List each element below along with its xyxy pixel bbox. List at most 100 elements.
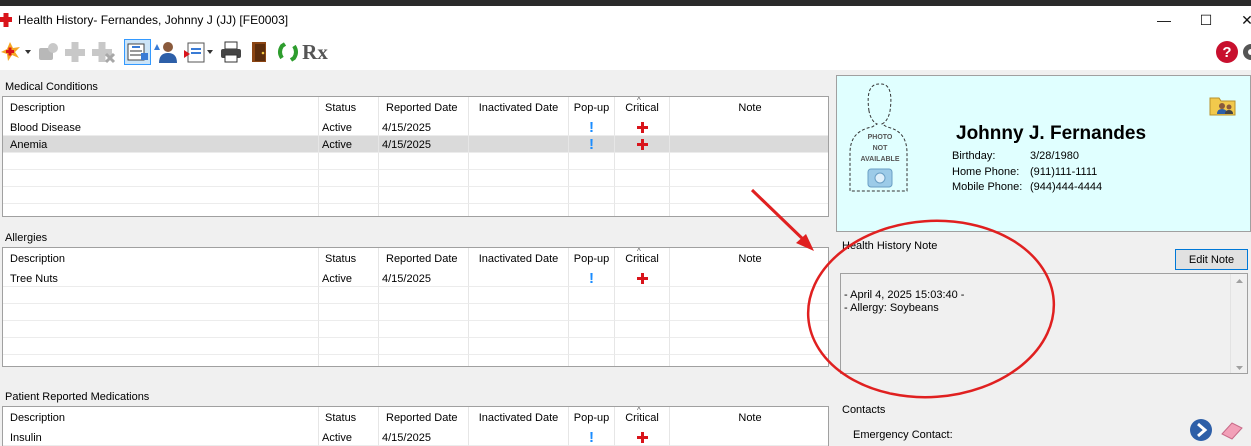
window-title: Health History- Fernandes, Johnny J (JJ)… bbox=[18, 13, 289, 27]
popup-alert-icon: ! bbox=[589, 429, 594, 446]
birthday-label: Birthday: bbox=[952, 150, 996, 162]
health-history-note-textarea[interactable]: - April 4, 2025 15:03:40 - - Allergy: So… bbox=[840, 273, 1248, 374]
table-row[interactable]: Insulin Active 4/15/2025 ! bbox=[3, 429, 828, 446]
col-popup[interactable]: Pop-up bbox=[569, 407, 615, 429]
col-critical[interactable]: ^ Critical bbox=[615, 97, 670, 119]
settings-button[interactable] bbox=[1241, 39, 1251, 65]
svg-text:NOT: NOT bbox=[873, 145, 889, 152]
contacts-title: Contacts bbox=[842, 404, 886, 416]
col-critical[interactable]: ^ Critical bbox=[615, 248, 670, 270]
photo-placeholder-icon[interactable]: PHOTO NOT AVAILABLE bbox=[847, 81, 912, 193]
minimize-button[interactable]: — bbox=[1149, 10, 1179, 30]
critical-cross-icon bbox=[636, 122, 648, 133]
medications-grid[interactable]: Description Status Reported Date Inactiv… bbox=[2, 406, 829, 446]
scroll-arrows-icon bbox=[1236, 279, 1243, 370]
col-description[interactable]: Description bbox=[3, 407, 319, 429]
right-pane: PHOTO NOT AVAILABLE Johnny J. Fernandes … bbox=[832, 70, 1251, 446]
empty-row bbox=[3, 321, 828, 338]
allergies-title: Allergies bbox=[5, 232, 48, 244]
exit-button[interactable] bbox=[247, 39, 273, 65]
add-cross-icon bbox=[65, 42, 85, 62]
add-condition-button[interactable] bbox=[35, 39, 61, 65]
col-inactivated-date[interactable]: Inactivated Date bbox=[469, 248, 569, 270]
close-button[interactable]: ✕ bbox=[1232, 10, 1251, 30]
medical-conditions-grid[interactable]: Description Status Reported Date Inactiv… bbox=[2, 96, 829, 217]
home-phone-value: (911)111-1111 bbox=[1030, 166, 1098, 178]
remove-puzzle-icon bbox=[92, 42, 116, 64]
refresh-button[interactable] bbox=[275, 39, 301, 65]
col-status[interactable]: Status bbox=[319, 248, 379, 270]
critical-cross-icon bbox=[636, 139, 648, 150]
sort-caret-icon: ^ bbox=[637, 248, 641, 256]
health-history-button[interactable] bbox=[124, 39, 151, 65]
medical-conditions-title: Medical Conditions bbox=[5, 81, 98, 93]
table-row[interactable]: Anemia Active 4/15/2025 ! bbox=[3, 136, 828, 153]
help-button[interactable]: ? bbox=[1214, 39, 1240, 65]
print-button[interactable] bbox=[218, 39, 244, 65]
col-reported-date[interactable]: Reported Date bbox=[379, 407, 469, 429]
svg-text:PHOTO: PHOTO bbox=[868, 134, 893, 141]
empty-row bbox=[3, 287, 828, 304]
rx-icon: Rx bbox=[302, 39, 328, 64]
home-phone-label: Home Phone: bbox=[952, 166, 1020, 178]
grid-header: Description Status Reported Date Inactiv… bbox=[3, 407, 828, 429]
col-status[interactable]: Status bbox=[319, 407, 379, 429]
col-note[interactable]: Note bbox=[670, 97, 828, 119]
arrow-right-circle-icon[interactable] bbox=[1189, 418, 1213, 442]
col-popup[interactable]: Pop-up bbox=[569, 248, 615, 270]
popup-alert-icon: ! bbox=[589, 119, 594, 136]
col-note[interactable]: Note bbox=[670, 248, 828, 270]
empty-row bbox=[3, 153, 828, 170]
rx-button[interactable]: Rx bbox=[302, 39, 328, 65]
col-reported-date[interactable]: Reported Date bbox=[379, 248, 469, 270]
col-critical[interactable]: ^ Critical bbox=[615, 407, 670, 429]
print-icon bbox=[221, 41, 241, 63]
maximize-button[interactable]: ☐ bbox=[1191, 10, 1221, 30]
empty-row bbox=[3, 170, 828, 187]
new-red-icon bbox=[1, 42, 31, 61]
note-scrollbar[interactable] bbox=[1230, 274, 1247, 373]
patient-folder-icon[interactable] bbox=[1209, 93, 1237, 117]
note-line: - April 4, 2025 15:03:40 - bbox=[844, 289, 965, 301]
col-description[interactable]: Description bbox=[3, 248, 319, 270]
empty-row bbox=[3, 187, 828, 204]
title-bar: Health History- Fernandes, Johnny J (JJ)… bbox=[0, 6, 1251, 34]
empty-row bbox=[3, 304, 828, 321]
popup-alert-icon: ! bbox=[589, 270, 594, 287]
empty-row bbox=[3, 338, 828, 355]
import-button[interactable] bbox=[181, 39, 215, 65]
door-exit-icon bbox=[252, 42, 266, 62]
col-note[interactable]: Note bbox=[670, 407, 828, 429]
add-puzzle-icon bbox=[39, 43, 58, 60]
grid-header: Description Status Reported Date Inactiv… bbox=[3, 248, 828, 270]
note-line: - Allergy: Soybeans bbox=[844, 302, 939, 314]
col-inactivated-date[interactable]: Inactivated Date bbox=[469, 407, 569, 429]
col-inactivated-date[interactable]: Inactivated Date bbox=[469, 97, 569, 119]
patient-icon bbox=[153, 42, 177, 63]
col-reported-date[interactable]: Reported Date bbox=[379, 97, 469, 119]
toolbar: Rx ? bbox=[0, 34, 1251, 70]
eraser-icon[interactable] bbox=[1220, 420, 1244, 440]
mobile-phone-label: Mobile Phone: bbox=[952, 181, 1023, 193]
remove-condition-button[interactable] bbox=[89, 39, 117, 65]
svg-text:AVAILABLE: AVAILABLE bbox=[860, 156, 899, 163]
new-item-button[interactable] bbox=[0, 39, 32, 65]
sort-caret-icon: ^ bbox=[637, 407, 641, 415]
col-popup[interactable]: Pop-up bbox=[569, 97, 615, 119]
empty-row bbox=[3, 355, 828, 366]
refresh-icon bbox=[278, 42, 298, 62]
grid-header: Description Status Reported Date Inactiv… bbox=[3, 97, 828, 119]
svg-text:?: ? bbox=[1222, 44, 1231, 61]
medications-title: Patient Reported Medications bbox=[5, 391, 150, 403]
col-description[interactable]: Description bbox=[3, 97, 319, 119]
allergies-grid[interactable]: Description Status Reported Date Inactiv… bbox=[2, 247, 829, 367]
add-button[interactable] bbox=[62, 39, 88, 65]
red-cross-app-icon bbox=[0, 13, 12, 27]
patient-button[interactable] bbox=[152, 39, 179, 65]
left-pane: Medical Conditions Description Status Re… bbox=[0, 70, 832, 446]
edit-note-button[interactable]: Edit Note bbox=[1175, 249, 1248, 270]
col-status[interactable]: Status bbox=[319, 97, 379, 119]
table-row[interactable]: Blood Disease Active 4/15/2025 ! bbox=[3, 119, 828, 136]
mobile-phone-value: (944)444-4444 bbox=[1030, 181, 1103, 193]
table-row[interactable]: Tree Nuts Active 4/15/2025 ! bbox=[3, 270, 828, 287]
